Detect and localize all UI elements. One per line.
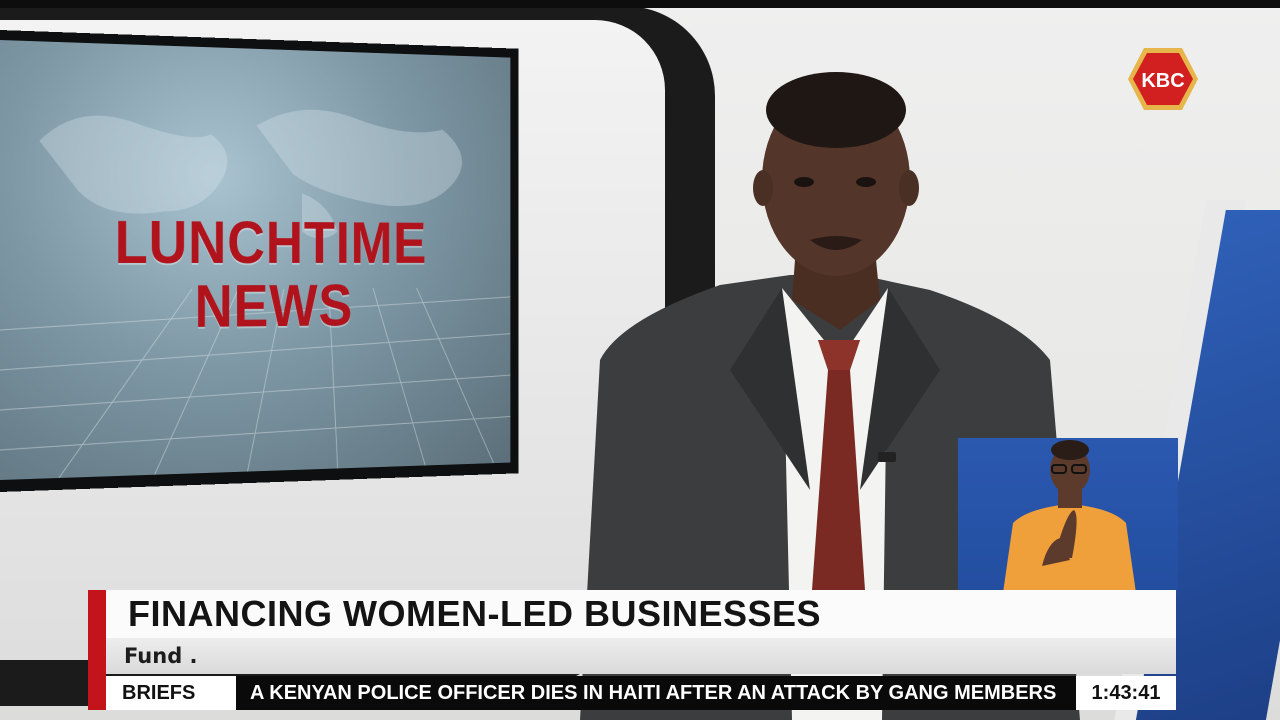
studio-monitor-screen: LUNCHTIME NEWS (0, 40, 510, 480)
logo-text: KBC (1141, 70, 1184, 92)
monitor-show-title: LUNCHTIME NEWS (72, 211, 465, 342)
top-letterbox-bar (0, 0, 1280, 8)
monitor-title-line1: LUNCHTIME (72, 211, 465, 276)
kbc-logo: KBC (1126, 46, 1200, 112)
ticker-label: BRIEFS (106, 676, 236, 710)
lower-third-accent-bar (88, 590, 106, 710)
lower-third-subtitle: Fund . (106, 638, 1176, 674)
news-ticker: BRIEFS A KENYAN POLICE OFFICER DIES IN H… (106, 676, 1176, 710)
interpreter-figure (958, 438, 1178, 593)
sign-language-interpreter-inset (958, 438, 1178, 593)
ticker-text: A KENYAN POLICE OFFICER DIES IN HAITI AF… (236, 676, 1076, 710)
studio-monitor: LUNCHTIME NEWS (0, 30, 519, 492)
ticker-clock: 1:43:41 (1076, 676, 1176, 710)
monitor-title-line2: NEWS (72, 275, 465, 341)
headline-text: FINANCING WOMEN-LED BUSINESSES (128, 593, 821, 635)
subtitle-text: Fund . (124, 644, 198, 668)
lower-third-headline: FINANCING WOMEN-LED BUSINESSES (106, 590, 1176, 638)
video-frame: LUNCHTIME NEWS KBC FINANCING WOMEN-LED B… (0, 0, 1280, 720)
